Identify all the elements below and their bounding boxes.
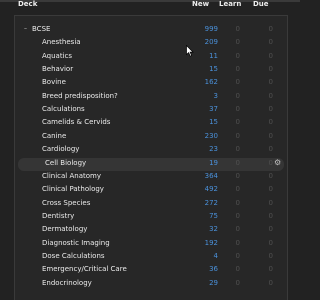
deck-name-link[interactable]: Dentistry	[42, 212, 74, 220]
deck-row[interactable]: Breed predisposition? 3 0 0	[15, 91, 287, 104]
learn-count: 0	[235, 158, 240, 167]
deck-row[interactable]: Dermatology 32 0 0	[15, 224, 287, 237]
mouse-pointer-icon	[186, 45, 194, 57]
due-count: 0	[268, 225, 273, 234]
learn-count: 0	[235, 131, 240, 140]
due-count: 0	[268, 171, 273, 180]
learn-count: 0	[235, 238, 240, 247]
due-count: 0	[268, 145, 273, 154]
deck-row[interactable]: Bovine 162 0 0	[15, 77, 287, 90]
deck-name-link[interactable]: Calculations	[42, 105, 85, 113]
deck-row[interactable]: Anesthesia 209 0 0	[15, 37, 287, 50]
deck-name-link[interactable]: Camelids & Cervids	[42, 118, 110, 126]
deck-name-link[interactable]: Endocrinology	[42, 279, 92, 287]
column-header: Deck New Learn Due	[0, 0, 300, 11]
caret-down-icon[interactable]: –	[24, 25, 27, 32]
learn-count: 0	[235, 105, 240, 114]
deck-row[interactable]: Clinical Pathology 492 0 0	[15, 184, 287, 197]
due-count: 0	[268, 78, 273, 87]
deck-row[interactable]: Cell Biology 19 0 0 ⚙	[18, 157, 284, 171]
learn-count: 0	[235, 265, 240, 274]
deck-name-link[interactable]: Behavior	[42, 65, 73, 73]
deck-row[interactable]: Diagnostic Imaging 192 0 0	[15, 238, 287, 251]
due-count: 0	[268, 25, 273, 33]
deck-name-link[interactable]: Clinical Pathology	[42, 185, 104, 193]
due-count: 0	[268, 185, 273, 194]
deck-name-link[interactable]: Canine	[42, 132, 66, 140]
header-new: New	[192, 0, 210, 8]
learn-count: 0	[235, 145, 240, 154]
deck-name-link[interactable]: Cross Species	[42, 199, 90, 207]
deck-row[interactable]: Calculations 37 0 0	[15, 104, 287, 117]
due-count: 0	[268, 65, 273, 74]
due-count: 0	[268, 118, 273, 127]
header-due: Due	[253, 0, 269, 8]
deck-row-parent[interactable]: – BCSE 999 0 0	[15, 24, 287, 37]
deck-name-link[interactable]: Clinical Anatomy	[42, 172, 101, 180]
deck-row[interactable]: Canine 230 0 0	[15, 131, 287, 144]
due-count: 0	[268, 211, 273, 220]
gear-icon[interactable]: ⚙	[274, 158, 281, 167]
due-count: 0	[268, 198, 273, 207]
deck-row[interactable]: Aquatics 11 0 0	[15, 51, 287, 64]
deck-name-link[interactable]: Diagnostic Imaging	[42, 239, 110, 247]
due-count: 0	[268, 91, 273, 100]
learn-count: 0	[235, 25, 240, 33]
deck-name-link[interactable]: Bovine	[42, 78, 66, 86]
learn-count: 0	[235, 38, 240, 47]
header-deck: Deck	[18, 0, 38, 8]
deck-name-link[interactable]: Dermatology	[42, 225, 87, 233]
deck-row[interactable]: Camelids & Cervids 15 0 0	[15, 117, 287, 130]
due-count: 0	[268, 251, 273, 260]
deck-row[interactable]: Emergency/Critical Care 36 0 0	[15, 264, 287, 277]
learn-count: 0	[235, 65, 240, 74]
deck-row[interactable]: Cardiology 23 0 0	[15, 144, 287, 157]
due-count: 0	[268, 131, 273, 140]
learn-count: 0	[235, 171, 240, 180]
learn-count: 0	[235, 78, 240, 87]
header-learn: Learn	[219, 0, 242, 8]
learn-count: 0	[235, 118, 240, 127]
learn-count: 0	[235, 198, 240, 207]
learn-count: 0	[235, 251, 240, 260]
deck-name-link[interactable]: Breed predisposition?	[42, 92, 118, 100]
deck-row[interactable]: Dose Calculations 4 0 0	[15, 251, 287, 264]
due-count: 0	[268, 158, 273, 167]
deck-row[interactable]: Behavior 15 0 0	[15, 64, 287, 77]
deck-row[interactable]: Clinical Anatomy 364 0 0	[15, 171, 287, 184]
deck-list: – BCSE 999 0 0 Anesthesia 209 0 0 Aquatics 11 0 0 Beh…	[14, 15, 288, 300]
deck-name-link[interactable]: BCSE	[32, 25, 50, 33]
deck-name-link[interactable]: Emergency/Critical Care	[42, 265, 127, 273]
learn-count: 0	[235, 211, 240, 220]
learn-count: 0	[235, 51, 240, 60]
deck-row[interactable]: Endocrinology 29 0 0	[15, 278, 287, 291]
learn-count: 0	[235, 185, 240, 194]
deck-name-link[interactable]: Anesthesia	[42, 38, 81, 46]
due-count: 0	[268, 278, 273, 287]
learn-count: 0	[235, 91, 240, 100]
due-count: 0	[268, 105, 273, 114]
deck-name-link[interactable]: Cardiology	[42, 145, 79, 153]
due-count: 0	[268, 51, 273, 60]
learn-count: 0	[235, 225, 240, 234]
deck-row[interactable]: Cross Species 272 0 0	[15, 198, 287, 211]
deck-row[interactable]: Dentistry 75 0 0	[15, 211, 287, 224]
deck-name-link[interactable]: Dose Calculations	[42, 252, 105, 260]
deck-name-link[interactable]: Cell Biology	[45, 159, 86, 167]
learn-count: 0	[235, 278, 240, 287]
due-count: 0	[268, 265, 273, 274]
deck-browser: Deck New Learn Due – BCSE 999 0 0 Anesthesia 2…	[0, 0, 300, 300]
deck-name-link[interactable]: Aquatics	[42, 52, 72, 60]
due-count: 0	[268, 238, 273, 247]
due-count: 0	[268, 38, 273, 47]
